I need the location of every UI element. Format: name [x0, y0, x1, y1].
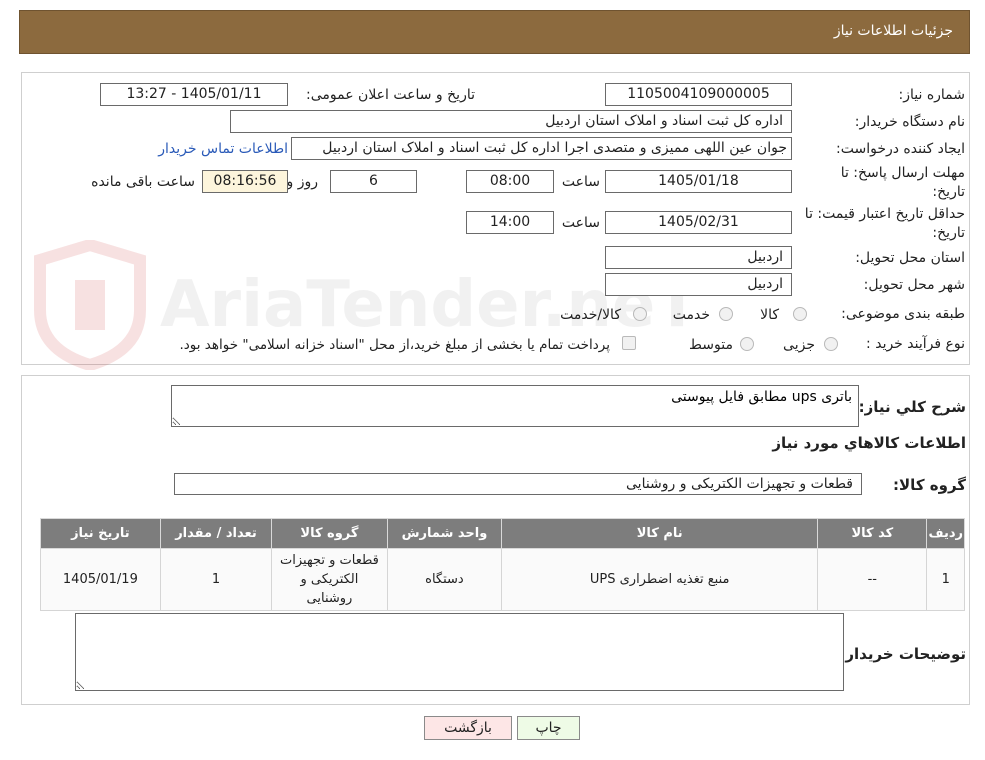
goods-group-label: گروه کالا: — [893, 476, 966, 494]
goods-info-title: اطلاعات کالاهاي مورد نياز — [772, 434, 966, 452]
deadline-label-line2: تاریخ: — [932, 184, 965, 200]
deadline-date-field: 1405/01/18 — [605, 170, 792, 193]
remaining-time-label: ساعت باقی مانده — [91, 174, 195, 190]
need-number-label: شماره نیاز: — [898, 87, 966, 103]
col-goods-name: نام کالا — [501, 518, 819, 549]
page-header: جزئیات اطلاعات نیاز — [19, 10, 970, 54]
treasury-payment-checkbox[interactable] — [622, 336, 636, 350]
category-service-radio[interactable] — [719, 307, 733, 321]
deadline-label: مهلت ارسال پاسخ: تا — [840, 165, 965, 181]
process-minor-radio[interactable] — [824, 337, 838, 351]
page-title: جزئیات اطلاعات نیاز — [833, 23, 953, 39]
process-medium-radio[interactable] — [740, 337, 754, 351]
city-label: شهر محل تحویل: — [863, 277, 965, 293]
goods-group-field: قطعات و تجهیزات الکتریکی و روشنایی — [174, 473, 862, 495]
province-field: اردبیل — [605, 246, 792, 269]
back-button[interactable]: بازگشت — [424, 716, 512, 740]
validity-date-field: 1405/02/31 — [605, 211, 792, 234]
cell-need-date: 1405/01/19 — [40, 548, 161, 611]
buyer-notes-textarea[interactable] — [75, 613, 844, 691]
buyer-org-label: نام دستگاه خریدار: — [854, 114, 965, 130]
category-goods-label: کالا — [760, 307, 779, 323]
city-field: اردبیل — [605, 273, 792, 296]
description-label: شرح کلي نياز: — [858, 398, 966, 416]
remaining-time-field: 08:16:56 — [202, 170, 288, 193]
cell-goods-name: منبع تغذیه اضطراری UPS — [501, 548, 819, 611]
deadline-time-label: ساعت — [561, 174, 600, 190]
col-goods-code: کد کالا — [817, 518, 928, 549]
buyer-contact-link[interactable]: اطلاعات تماس خریدار — [158, 141, 288, 157]
goods-table-header-row: رديف کد کالا نام کالا واحد شمارش گروه کا… — [40, 518, 965, 549]
table-row: 1 -- منبع تغذیه اضطراری UPS دستگاه قطعات… — [40, 548, 965, 611]
category-service-label: خدمت — [672, 307, 710, 323]
process-medium-label: متوسط — [689, 337, 733, 353]
announce-datetime-label: تاریخ و ساعت اعلان عمومی: — [306, 87, 475, 103]
cell-row-number: 1 — [926, 548, 965, 611]
cell-quantity: 1 — [159, 548, 273, 611]
category-label: طبقه بندی موضوعی: — [841, 306, 965, 322]
col-row-number: رديف — [926, 518, 965, 549]
cell-goods-group: قطعات و تجهیزات الکتریکی و روشنایی — [271, 548, 388, 611]
buyer-notes-label: توضیحات خریدار: — [839, 645, 966, 663]
cell-unit: دستگاه — [386, 548, 503, 611]
days-label: روز و — [286, 174, 319, 190]
price-validity-label-line2: تاریخ: — [932, 225, 965, 241]
price-validity-label: حداقل تاریخ اعتبار قیمت: تا — [804, 206, 965, 222]
days-remaining-field: 6 — [330, 170, 417, 193]
col-need-date: تاريخ نياز — [40, 518, 161, 549]
creator-label: ایجاد کننده درخواست: — [836, 141, 965, 157]
validity-time-field: 14:00 — [466, 211, 554, 234]
announce-datetime-field: 1405/01/11 - 13:27 — [100, 83, 288, 106]
province-label: استان محل تحویل: — [855, 250, 965, 266]
category-goods-service-radio[interactable] — [633, 307, 647, 321]
col-quantity: تعداد / مقدار — [159, 518, 273, 549]
goods-table: رديف کد کالا نام کالا واحد شمارش گروه کا… — [40, 518, 965, 611]
treasury-payment-note: پرداخت تمام یا بخشی از مبلغ خرید،از محل … — [179, 337, 610, 353]
col-unit: واحد شمارش — [386, 518, 503, 549]
print-button[interactable]: چاپ — [517, 716, 580, 740]
need-number-field: 1105004109000005 — [605, 83, 792, 106]
description-textarea[interactable] — [171, 385, 859, 427]
creator-field: جوان عین اللهی ممیزی و متصدی اجرا اداره … — [291, 137, 792, 160]
buyer-org-field: اداره کل ثبت اسناد و املاک استان اردبیل — [230, 110, 792, 133]
process-minor-label: جزیی — [783, 337, 815, 353]
col-goods-group: گروه کالا — [271, 518, 388, 549]
deadline-time-field: 08:00 — [466, 170, 554, 193]
category-goods-radio[interactable] — [793, 307, 807, 321]
category-goods-service-label: کالا/خدمت — [560, 307, 621, 323]
validity-time-label: ساعت — [561, 215, 600, 231]
cell-goods-code: -- — [817, 548, 928, 611]
process-type-label: نوع فرآیند خرید : — [866, 336, 965, 352]
